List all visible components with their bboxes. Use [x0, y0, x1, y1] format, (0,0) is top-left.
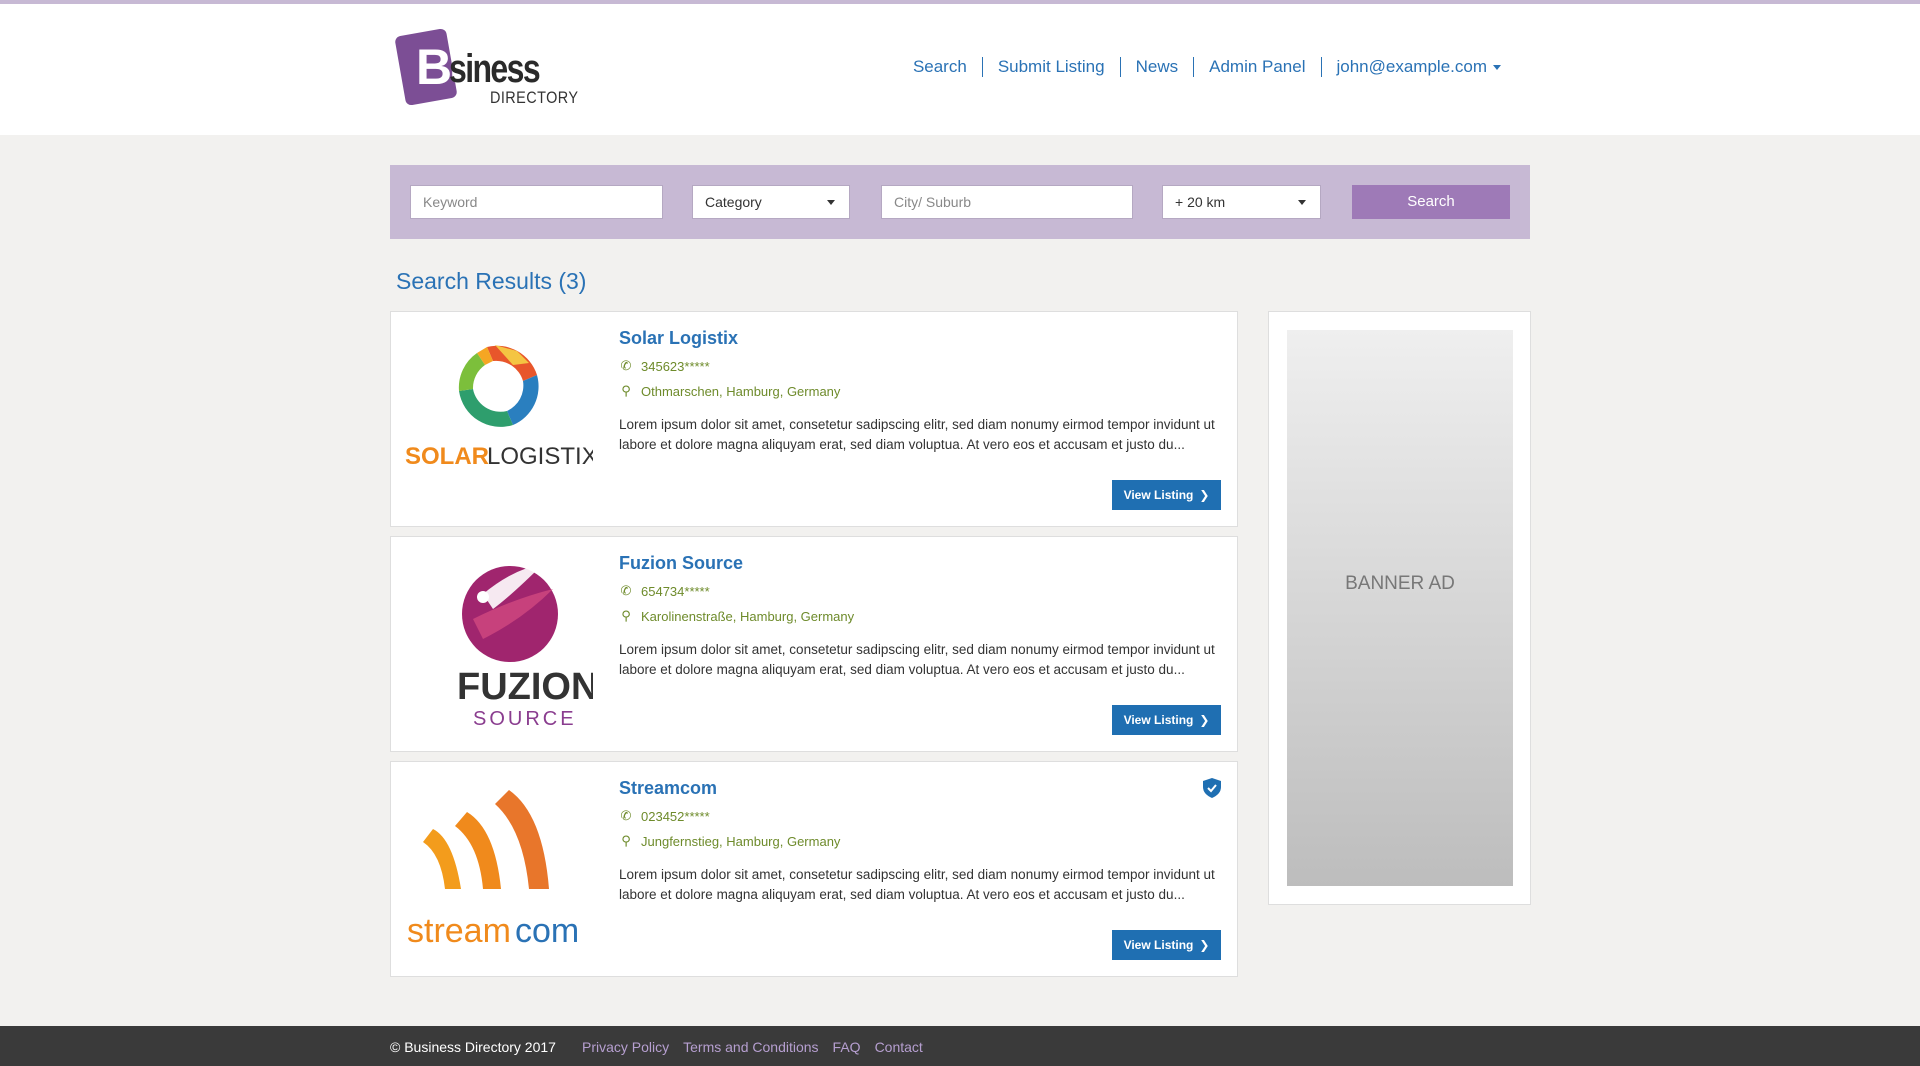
keyword-input[interactable]: Keyword	[410, 185, 663, 219]
nav-news[interactable]: News	[1119, 57, 1194, 77]
logo-text-a: SOLAR	[405, 443, 489, 470]
view-listing-label: View Listing	[1123, 488, 1194, 502]
listing-logo-streamcom[interactable]: stream com	[403, 774, 593, 966]
listing-address: ⚲ Karolinenstraße, Hamburg, Germany	[619, 608, 1219, 624]
listing-phone-text: 345623*****	[641, 358, 710, 374]
listing-phone: ✆ 023452*****	[619, 808, 1219, 824]
site-footer: © Business Directory 2017 Privacy Policy…	[0, 1026, 1920, 1066]
listing-phone: ✆ 654734*****	[619, 583, 1219, 599]
logo-text-a: FUZION	[457, 666, 593, 708]
search-bar: Keyword Category City/ Suburb + 20 km Se…	[390, 165, 1530, 239]
map-marker-icon: ⚲	[621, 608, 631, 623]
phone-icon: ✆	[620, 583, 632, 598]
distance-select-value: + 20 km	[1175, 194, 1226, 210]
view-listing-label: View Listing	[1123, 938, 1194, 952]
footer-link-faq[interactable]: FAQ	[833, 1039, 861, 1055]
search-button[interactable]: Search	[1352, 185, 1510, 219]
caret-down-icon	[1298, 200, 1306, 205]
banner-ad[interactable]: BANNER AD	[1287, 330, 1513, 886]
map-marker-icon: ⚲	[621, 833, 631, 848]
category-select[interactable]: Category	[692, 185, 850, 219]
listing-address: ⚲ Jungfernstieg, Hamburg, Germany	[619, 833, 1219, 849]
listing-address-text: Karolinenstraße, Hamburg, Germany	[641, 608, 855, 624]
listing-body: Fuzion Source ✆ 654734***** ⚲ Karolinenstr…	[619, 553, 1219, 680]
listing-logo-fuzion-source[interactable]: FUZION SOURCE	[403, 549, 598, 741]
view-listing-button[interactable]: View Listing ❯	[1112, 480, 1221, 510]
listing-description: Lorem ipsum dolor sit amet, consetetur s…	[619, 642, 1215, 677]
phone-icon: ✆	[620, 358, 632, 373]
banner-ad-container: BANNER AD	[1268, 311, 1531, 905]
map-marker-icon: ⚲	[621, 383, 631, 398]
chevron-right-icon: ❯	[1199, 713, 1210, 727]
nav-submit-listing[interactable]: Submit Listing	[981, 57, 1120, 77]
site-header: Bu siness DIRECTORY Search Submit Listin…	[0, 4, 1920, 135]
listing-address: ⚲ Othmarschen, Hamburg, Germany	[619, 383, 1219, 399]
city-input[interactable]: City/ Suburb	[881, 185, 1133, 219]
listing-phone: ✆ 345623*****	[619, 358, 1219, 374]
listing-body: Solar Logistix ✆ 345623***** ⚲ Othmarschen…	[619, 328, 1219, 455]
logo-text-b: LOGISTIX	[487, 443, 593, 470]
caret-down-icon	[1493, 65, 1501, 71]
listing-title[interactable]: Solar Logistix	[619, 328, 1219, 349]
fuzion-source-logo-icon: FUZION SOURCE	[457, 564, 598, 730]
listing-card: FUZION SOURCE Fuzion Source ✆ 654734*****…	[390, 536, 1238, 752]
listing-title[interactable]: Streamcom	[619, 778, 1219, 799]
phone-icon: ✆	[620, 808, 632, 823]
solar-logistix-logo-icon: SOLAR LOGISTIX	[405, 345, 598, 470]
logo-text-b: com	[515, 912, 579, 950]
chevron-right-icon: ❯	[1199, 938, 1210, 952]
listing-card: SOLAR LOGISTIX Solar Logistix ✆ 345623***…	[390, 311, 1238, 527]
user-email: john@example.com	[1336, 57, 1488, 76]
footer-copyright: © Business Directory 2017	[390, 1039, 556, 1055]
listing-phone-text: 654734*****	[641, 583, 710, 599]
listing-description: Lorem ipsum dolor sit amet, consetetur s…	[619, 417, 1215, 452]
chevron-right-icon: ❯	[1199, 488, 1210, 502]
logo-subtitle: DIRECTORY	[490, 88, 579, 107]
listing-body: Streamcom ✆ 023452***** ⚲ Jungfernstieg, H…	[619, 778, 1219, 905]
logo-wordmark: siness	[449, 47, 541, 91]
results-title: Search Results (3)	[396, 268, 587, 294]
listing-title[interactable]: Fuzion Source	[619, 553, 1219, 574]
logo-text-b: SOURCE	[473, 708, 577, 730]
caret-down-icon	[827, 200, 835, 205]
listing-phone-text: 023452*****	[641, 808, 710, 824]
listing-description: Lorem ipsum dolor sit amet, consetetur s…	[619, 867, 1215, 902]
nav-search[interactable]: Search	[898, 57, 982, 77]
nav-user-menu[interactable]: john@example.com	[1320, 57, 1517, 77]
footer-link-contact[interactable]: Contact	[875, 1039, 923, 1055]
view-listing-label: View Listing	[1123, 713, 1194, 727]
listing-card: stream com Streamcom ✆ 023452***** ⚲ Jungf…	[390, 761, 1238, 977]
banner-ad-text: BANNER AD	[1345, 573, 1455, 594]
category-select-value: Category	[705, 194, 762, 210]
logo-text-a: stream	[407, 912, 511, 950]
footer-links: Privacy Policy Terms and Conditions FAQ …	[582, 1039, 937, 1055]
footer-link-terms[interactable]: Terms and Conditions	[683, 1039, 818, 1055]
view-listing-button[interactable]: View Listing ❯	[1112, 930, 1221, 960]
listing-address-text: Othmarschen, Hamburg, Germany	[641, 383, 841, 399]
view-listing-button[interactable]: View Listing ❯	[1112, 705, 1221, 735]
distance-select[interactable]: + 20 km	[1162, 185, 1321, 219]
nav-admin-panel[interactable]: Admin Panel	[1193, 57, 1320, 77]
listing-address-text: Jungfernstieg, Hamburg, Germany	[641, 833, 841, 849]
listing-logo-solar-logistix[interactable]: SOLAR LOGISTIX	[403, 324, 598, 516]
main-nav: Search Submit Listing News Admin Panel j…	[898, 57, 1516, 77]
streamcom-logo-icon: stream com	[407, 790, 579, 950]
footer-link-privacy[interactable]: Privacy Policy	[582, 1039, 669, 1055]
site-logo[interactable]: Bu siness DIRECTORY	[394, 26, 583, 112]
shield-check-icon	[1203, 778, 1221, 798]
